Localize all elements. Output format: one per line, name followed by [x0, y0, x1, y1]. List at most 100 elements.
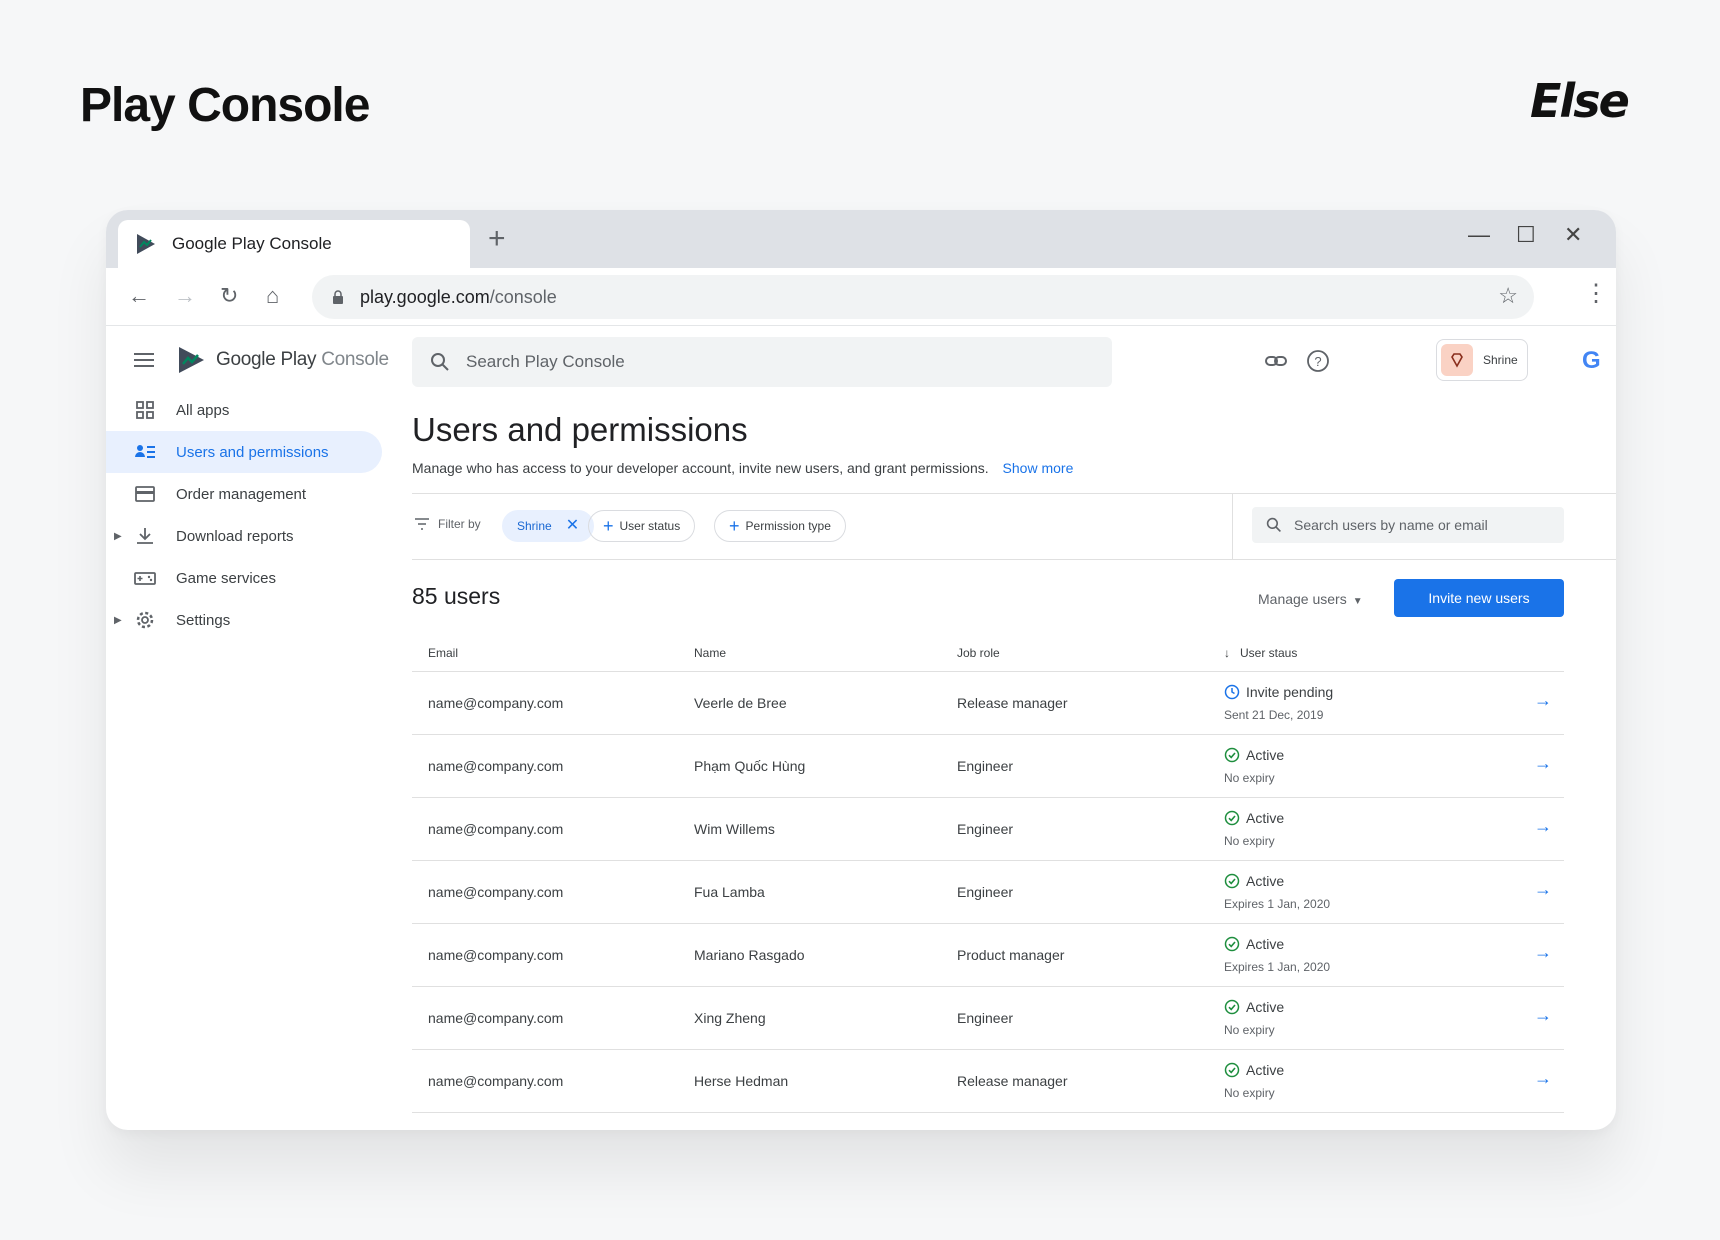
- google-account-icon[interactable]: G: [1582, 347, 1601, 375]
- column-header-name[interactable]: Name: [694, 646, 726, 660]
- table-row[interactable]: name@company.com Phạm Quốc Hùng Engineer Ac…: [412, 735, 1564, 798]
- address-bar[interactable]: play.google.com /console ☆: [312, 275, 1534, 319]
- page-description: Manage who has access to your developer …: [412, 460, 1073, 476]
- table-row[interactable]: name@company.com Xing Zheng Engineer Active…: [412, 987, 1564, 1050]
- table-row[interactable]: name@company.com Herse Hedman Release mana…: [412, 1050, 1564, 1113]
- address-toolbar: ← → ↻ ⌂ play.google.com /console ☆ ⋮: [106, 268, 1616, 326]
- cell-name: Herse Hedman: [694, 1073, 789, 1089]
- forward-icon[interactable]: →: [174, 284, 196, 308]
- sidebar-item-settings[interactable]: ▶ Settings: [106, 599, 382, 641]
- credit-card-icon: [135, 486, 155, 502]
- cell-status-detail: Sent 21 Dec, 2019: [1224, 708, 1324, 722]
- cell-status-detail: No expiry: [1224, 1023, 1275, 1037]
- hamburger-menu-icon[interactable]: [134, 353, 154, 367]
- invite-new-users-button[interactable]: Invite new users: [1394, 579, 1564, 617]
- play-console-icon: [137, 234, 155, 254]
- sidebar-item-download-reports[interactable]: ▶ Download reports: [106, 515, 382, 557]
- open-user-arrow-icon[interactable]: →: [1534, 816, 1552, 837]
- sort-down-arrow-icon[interactable]: ↓: [1224, 646, 1230, 660]
- minimize-icon[interactable]: —: [1468, 224, 1490, 246]
- account-switcher[interactable]: Shrine: [1436, 339, 1528, 381]
- sidebar-item-order-management[interactable]: Order management: [106, 473, 382, 515]
- open-user-arrow-icon[interactable]: →: [1534, 1005, 1552, 1026]
- tab-strip: Google Play Console + — ☐ ✕: [106, 210, 1616, 268]
- open-user-arrow-icon[interactable]: →: [1534, 942, 1552, 963]
- check-circle-icon: [1224, 999, 1240, 1015]
- check-circle-icon: [1224, 1062, 1240, 1078]
- table-row[interactable]: name@company.com Mariano Rasgado Product m…: [412, 924, 1564, 987]
- url-host: play.google.com: [360, 286, 490, 307]
- remove-filter-icon[interactable]: ✕: [566, 518, 579, 534]
- logo-text-main: Google Play: [216, 349, 317, 370]
- download-icon: [137, 528, 153, 544]
- url-path: /console: [489, 286, 557, 307]
- open-user-arrow-icon[interactable]: →: [1534, 879, 1552, 900]
- sidebar-item-game-services[interactable]: Game services: [106, 557, 382, 599]
- users-list-icon: [135, 445, 155, 458]
- bookmark-star-icon[interactable]: ☆: [1498, 285, 1518, 307]
- reload-icon[interactable]: ↻: [220, 284, 238, 308]
- filter-icon: [415, 518, 429, 530]
- cell-email: name@company.com: [428, 1010, 564, 1026]
- filter-chip-shrine[interactable]: Shrine ✕: [502, 510, 595, 542]
- cell-name: Xing Zheng: [694, 1010, 766, 1026]
- cell-email: name@company.com: [428, 821, 564, 837]
- description-text: Manage who has access to your developer …: [412, 460, 989, 476]
- user-search-input[interactable]: [1294, 517, 1554, 533]
- search-input[interactable]: [466, 352, 1086, 372]
- filter-bar: Filter by Shrine ✕ + User status + Permissi…: [412, 493, 1616, 559]
- sidebar-item-label: All apps: [176, 401, 230, 419]
- back-icon[interactable]: ←: [128, 284, 150, 308]
- browser-tab[interactable]: Google Play Console: [118, 220, 470, 268]
- manage-users-label: Manage users: [1258, 591, 1347, 607]
- cell-email: name@company.com: [428, 1073, 564, 1089]
- sidebar-item-users-and-permissions[interactable]: Users and permissions: [106, 431, 382, 473]
- check-circle-icon: [1224, 873, 1240, 889]
- cell-email: name@company.com: [428, 884, 564, 900]
- filter-chip-permission-type[interactable]: + Permission type: [714, 510, 846, 542]
- new-tab-button[interactable]: +: [488, 224, 506, 254]
- expand-caret-icon[interactable]: ▶: [114, 531, 122, 542]
- manage-users-dropdown[interactable]: Manage users ▼: [1258, 591, 1363, 607]
- grid-icon: [136, 401, 154, 419]
- column-header-user-status[interactable]: User staus: [1240, 646, 1297, 660]
- cell-job-role: Engineer: [957, 758, 1014, 774]
- table-row[interactable]: name@company.com Fua Lamba Engineer Active E…: [412, 861, 1564, 924]
- open-user-arrow-icon[interactable]: →: [1534, 1068, 1552, 1089]
- cell-name: Veerle de Bree: [694, 695, 787, 711]
- maximize-icon[interactable]: ☐: [1516, 224, 1536, 246]
- browser-menu-icon[interactable]: ⋮: [1584, 282, 1608, 306]
- user-search[interactable]: [1252, 507, 1564, 543]
- column-header-email[interactable]: Email: [428, 646, 458, 660]
- link-icon[interactable]: [1264, 349, 1288, 373]
- chip-label: User status: [619, 519, 681, 533]
- cell-status: Active: [1246, 747, 1285, 763]
- cell-email: name@company.com: [428, 947, 564, 963]
- filter-chip-user-status[interactable]: + User status: [588, 510, 696, 542]
- page-heading: Users and permissions: [412, 411, 748, 448]
- check-circle-icon: [1224, 747, 1240, 763]
- open-user-arrow-icon[interactable]: →: [1534, 690, 1552, 711]
- sidebar-item-label: Game services: [176, 569, 277, 587]
- chip-label: Shrine: [517, 519, 552, 533]
- table-row[interactable]: name@company.com Veerle de Bree Release ma…: [412, 672, 1564, 735]
- table-row[interactable]: name@company.com Wim Willems Engineer Activ…: [412, 798, 1564, 861]
- sidebar-item-all-apps[interactable]: All apps: [106, 389, 382, 431]
- expand-caret-icon[interactable]: ▶: [114, 615, 122, 626]
- svg-text:?: ?: [1314, 354, 1321, 369]
- console-search[interactable]: [412, 337, 1112, 387]
- open-user-arrow-icon[interactable]: →: [1534, 753, 1552, 774]
- cell-job-role: Engineer: [957, 1010, 1014, 1026]
- lock-icon: [333, 290, 343, 304]
- page-title: Play Console: [80, 79, 370, 132]
- home-icon[interactable]: ⌂: [266, 284, 279, 308]
- else-logo: Else: [1530, 74, 1630, 128]
- main-content: ? Shrine G Users and permissions Manage …: [412, 327, 1616, 1130]
- column-header-job-role[interactable]: Job role: [957, 646, 1000, 660]
- clock-icon: [1224, 684, 1240, 700]
- cell-status: Active: [1246, 1062, 1285, 1078]
- sidebar-item-label: Users and permissions: [176, 443, 329, 461]
- show-more-link[interactable]: Show more: [1003, 460, 1074, 476]
- help-icon[interactable]: ?: [1306, 349, 1330, 373]
- close-icon[interactable]: ✕: [1564, 224, 1582, 246]
